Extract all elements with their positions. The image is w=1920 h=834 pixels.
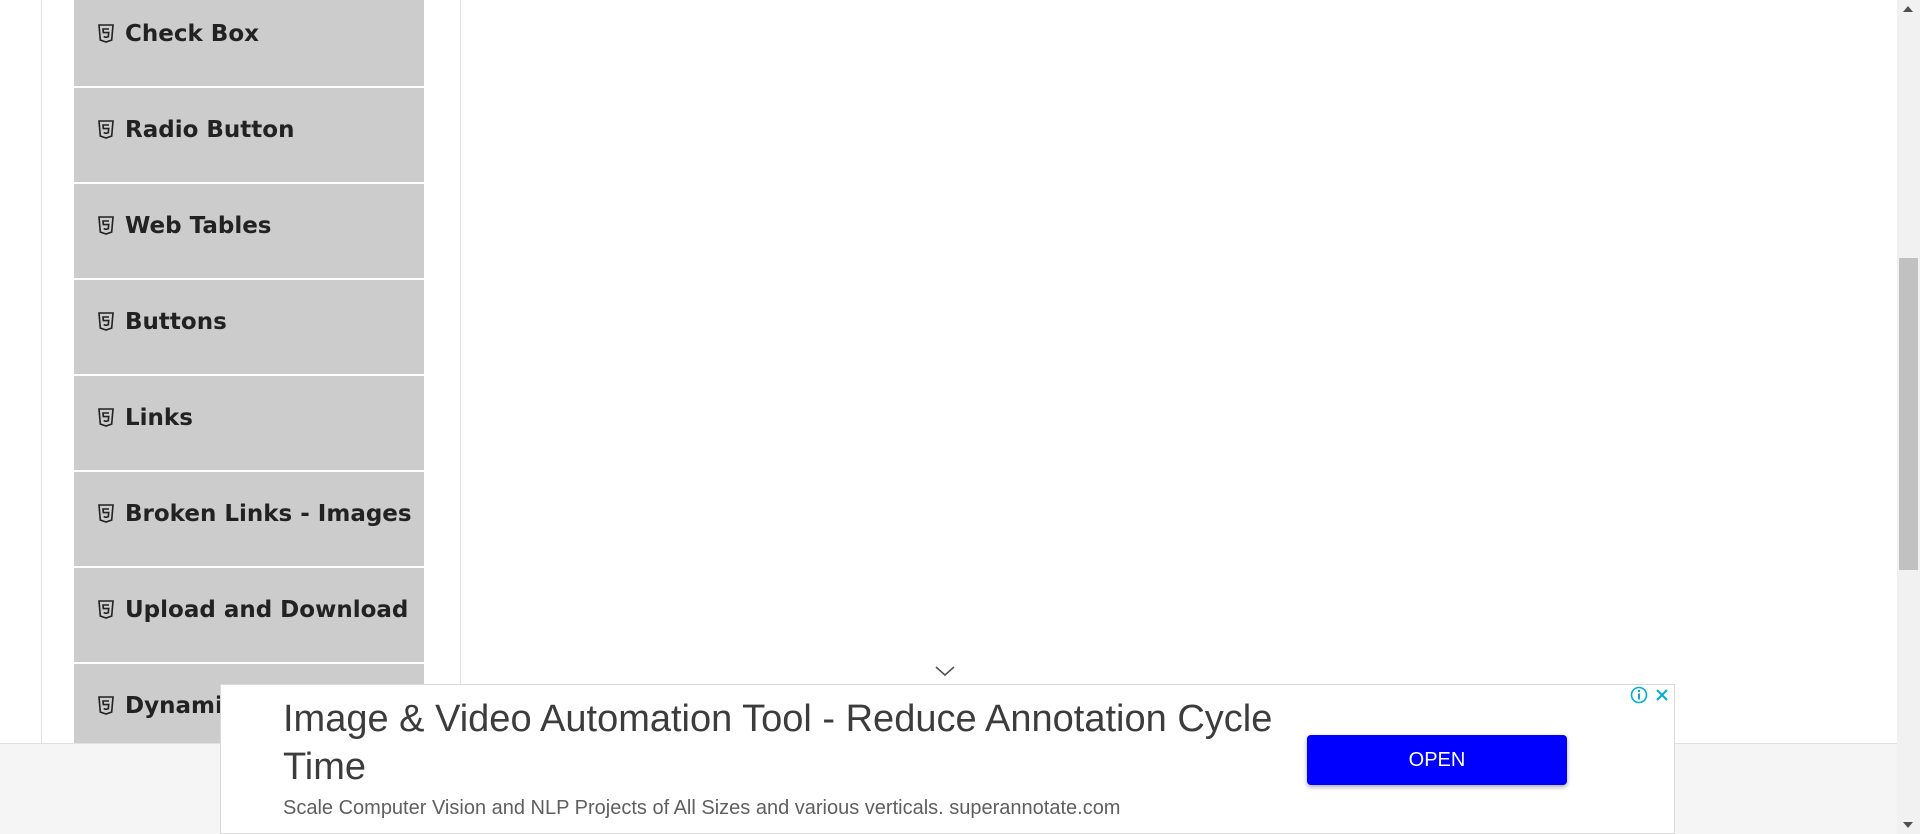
sidebar-item-check-box[interactable]: Check Box [74, 0, 424, 88]
sidebar-item-radio-button[interactable]: Radio Button [74, 88, 424, 184]
sidebar-item-label: Upload and Download [125, 597, 409, 623]
sidebar-item-label: Check Box [125, 21, 259, 47]
close-icon[interactable] [1652, 685, 1672, 705]
main-content: Check Box Radio Button Web Tables Button… [0, 0, 1897, 743]
ad-title[interactable]: Image & Video Automation Tool - Reduce A… [283, 695, 1273, 791]
html5-icon [98, 408, 114, 427]
html5-icon [98, 216, 114, 235]
html5-icon [98, 504, 114, 523]
sidebar-item-upload-and-download[interactable]: Upload and Download [74, 568, 424, 664]
sidebar-item-web-tables[interactable]: Web Tables [74, 184, 424, 280]
sidebar-item-label: Broken Links - Images [125, 501, 412, 527]
vertical-scrollbar[interactable] [1897, 0, 1920, 834]
scroll-up-icon[interactable] [1903, 6, 1913, 12]
html5-icon [98, 120, 114, 139]
sidebar-item-links[interactable]: Links [74, 376, 424, 472]
sidebar-item-buttons[interactable]: Buttons [74, 280, 424, 376]
info-icon[interactable] [1629, 685, 1649, 705]
html5-icon [98, 312, 114, 331]
column-divider [460, 0, 461, 743]
html5-icon [98, 696, 114, 715]
chevron-down-icon[interactable] [934, 664, 956, 678]
page: Check Box Radio Button Web Tables Button… [0, 0, 1920, 834]
sidebar-item-label: Buttons [125, 309, 227, 335]
ad-open-button[interactable]: OPEN [1307, 735, 1567, 785]
sidebar-item-label: Links [125, 405, 193, 431]
sidebar-item-label: Radio Button [125, 117, 295, 143]
html5-icon [98, 24, 114, 43]
ad-description[interactable]: Scale Computer Vision and NLP Projects o… [283, 797, 1120, 820]
html5-icon [98, 600, 114, 619]
scroll-down-icon[interactable] [1903, 822, 1913, 828]
scrollbar-thumb[interactable] [1899, 258, 1918, 570]
sidebar-item-broken-links-images[interactable]: Broken Links - Images [74, 472, 424, 568]
left-divider [41, 0, 42, 743]
ad-banner: Image & Video Automation Tool - Reduce A… [220, 684, 1675, 834]
sidebar-item-label: Web Tables [125, 213, 272, 239]
